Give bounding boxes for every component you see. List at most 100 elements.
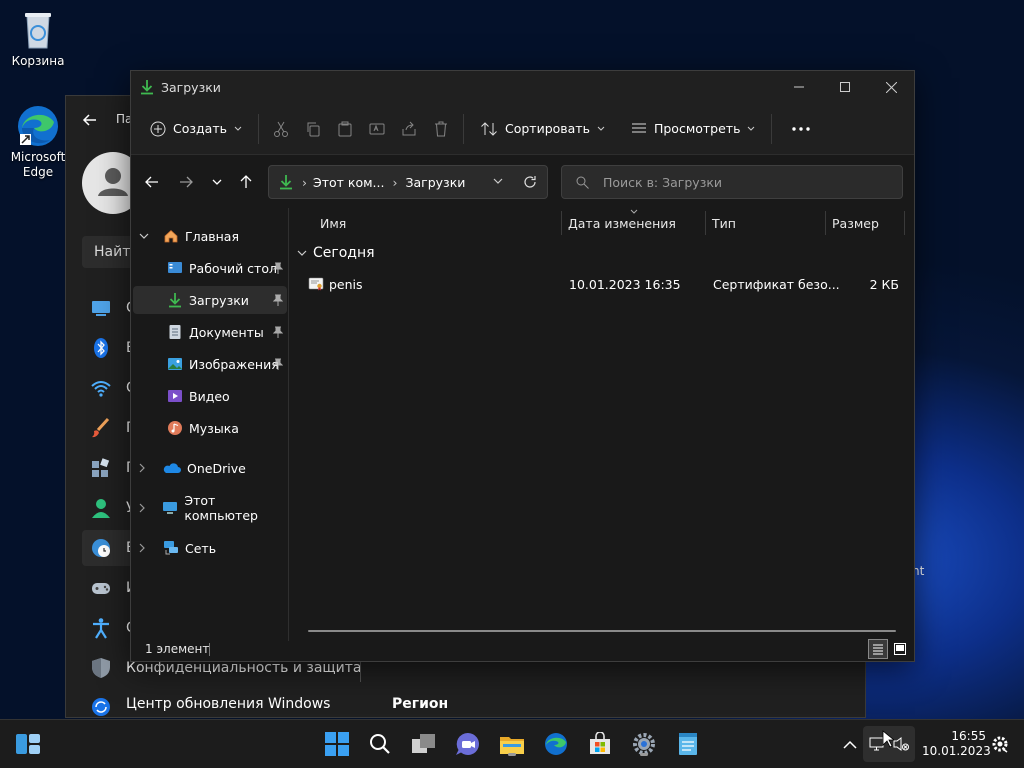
chevron-down-icon [234, 126, 242, 132]
chevron-right-icon[interactable] [139, 463, 151, 473]
recycle-bin-icon [16, 8, 60, 52]
chevron-right-icon[interactable] [139, 543, 151, 553]
toolbar-separator [462, 113, 464, 144]
certificate-icon [308, 276, 324, 292]
notifications-button[interactable] [986, 730, 1014, 758]
copy-icon[interactable] [297, 113, 329, 145]
store-taskbar-button[interactable] [586, 730, 614, 758]
network-icon [163, 540, 179, 556]
tiles-view-button[interactable] [890, 639, 910, 659]
volume-muted-icon [893, 736, 909, 752]
view-button[interactable]: Просмотреть [621, 112, 766, 146]
column-header-type[interactable]: Тип [712, 211, 736, 235]
column-header-date[interactable]: Дата изменения [568, 211, 676, 235]
rename-icon[interactable] [361, 113, 393, 145]
recent-locations-button[interactable] [204, 171, 230, 193]
file-explorer-taskbar-button[interactable] [498, 730, 526, 758]
more-options-button[interactable] [778, 112, 824, 146]
sidebar-item-home[interactable]: Главная [131, 222, 287, 250]
pin-icon[interactable] [273, 326, 283, 338]
column-header-size[interactable]: Размер [832, 211, 879, 235]
sidebar-item-music[interactable]: Музыка [133, 414, 287, 442]
system-icon [90, 297, 112, 319]
sort-button[interactable]: Сортировать [470, 112, 615, 146]
desktop-icon-edge[interactable]: Microsoft Edge [2, 104, 74, 180]
sidebar-item-this-pc[interactable]: Этот компьютер [131, 493, 287, 523]
address-bar[interactable]: › Этот ком... › Загрузки [268, 165, 548, 199]
horizontal-scrollbar[interactable] [308, 630, 896, 632]
column-divider[interactable] [705, 211, 706, 235]
notepad-taskbar-button[interactable] [674, 730, 702, 758]
close-button[interactable] [868, 71, 914, 103]
status-divider [209, 643, 210, 656]
column-divider[interactable] [825, 211, 826, 235]
desktop-icon-recycle-bin[interactable]: Корзина [2, 8, 74, 69]
chevron-down-icon[interactable] [139, 233, 151, 240]
share-icon[interactable] [393, 113, 425, 145]
column-header-name[interactable]: Имя [320, 211, 346, 235]
back-arrow-icon[interactable] [80, 110, 100, 130]
toolbar-separator [771, 113, 773, 144]
edge-taskbar-button[interactable] [542, 730, 570, 758]
file-name: penis [329, 277, 363, 292]
store-icon [588, 732, 612, 756]
breadcrumb-separator-icon: › [302, 174, 307, 190]
downloads-folder-icon [167, 292, 183, 308]
bluetooth-icon [90, 337, 112, 359]
minimize-button[interactable] [776, 71, 822, 103]
sort-icon [480, 121, 498, 137]
pin-icon[interactable] [273, 358, 283, 370]
search-icon [576, 176, 589, 189]
delete-icon[interactable] [425, 113, 457, 145]
sidebar-item-downloads[interactable]: Загрузки [133, 286, 287, 314]
start-button[interactable] [323, 730, 351, 758]
sidebar-item-desktop[interactable]: Рабочий стол [133, 254, 287, 282]
search-box[interactable]: Поиск в: Загрузки [561, 165, 903, 199]
settings-content-divider [360, 662, 361, 682]
sidebar-item-videos[interactable]: Видео [133, 382, 287, 410]
paste-icon[interactable] [329, 113, 361, 145]
sidebar-item-network[interactable]: Сеть [131, 534, 287, 562]
task-view-button[interactable] [410, 730, 438, 758]
start-icon [325, 732, 349, 756]
search-button[interactable] [366, 730, 394, 758]
breadcrumb-downloads[interactable]: Загрузки [405, 175, 465, 190]
toolbar-separator [257, 113, 259, 144]
clock[interactable]: 16:55 10.01.2023 [922, 729, 991, 759]
widgets-button[interactable] [14, 730, 42, 758]
update-icon [90, 696, 112, 718]
chat-button[interactable] [454, 730, 482, 758]
group-header-today[interactable]: Сегодня [297, 245, 375, 261]
back-button[interactable] [139, 171, 165, 193]
settings-taskbar-button[interactable] [630, 730, 658, 758]
accounts-icon [90, 497, 112, 519]
sidebar-item-documents[interactable]: Документы [133, 318, 287, 346]
up-button[interactable] [233, 171, 259, 193]
breadcrumb-separator-icon: › [392, 174, 398, 190]
wifi-icon [90, 377, 112, 399]
table-row[interactable]: penis 10.01.2023 16:35 Сертификат безо..… [301, 273, 905, 297]
breadcrumb-this-pc[interactable]: Этот ком... [313, 175, 384, 190]
chevron-right-icon[interactable] [139, 503, 150, 513]
taskbar: 16:55 10.01.2023 [0, 719, 1024, 768]
cut-icon[interactable] [265, 113, 297, 145]
details-view-button[interactable] [868, 639, 888, 659]
command-bar: Создать Сортировать Просмотреть [131, 103, 914, 155]
maximize-button[interactable] [822, 71, 868, 103]
chat-icon [455, 732, 481, 756]
sidebar-item-pictures[interactable]: Изображения [133, 350, 287, 378]
mouse-cursor [882, 730, 894, 748]
new-button[interactable]: Создать [140, 112, 252, 146]
forward-button[interactable] [173, 171, 199, 193]
apps-icon [90, 457, 112, 479]
sidebar-item-onedrive[interactable]: OneDrive [131, 454, 287, 482]
show-hidden-icons-button[interactable] [836, 730, 864, 758]
column-divider[interactable] [561, 211, 562, 235]
column-divider[interactable] [904, 211, 905, 235]
file-explorer-window[interactable]: Загрузки Создать Сортировать Просмотреть [130, 70, 915, 662]
pin-icon[interactable] [273, 294, 283, 306]
address-dropdown-icon[interactable] [493, 178, 503, 185]
refresh-icon[interactable] [523, 175, 537, 189]
settings-nav-windows-update[interactable]: Центр обновления Windows [90, 690, 390, 718]
pin-icon[interactable] [273, 262, 283, 274]
